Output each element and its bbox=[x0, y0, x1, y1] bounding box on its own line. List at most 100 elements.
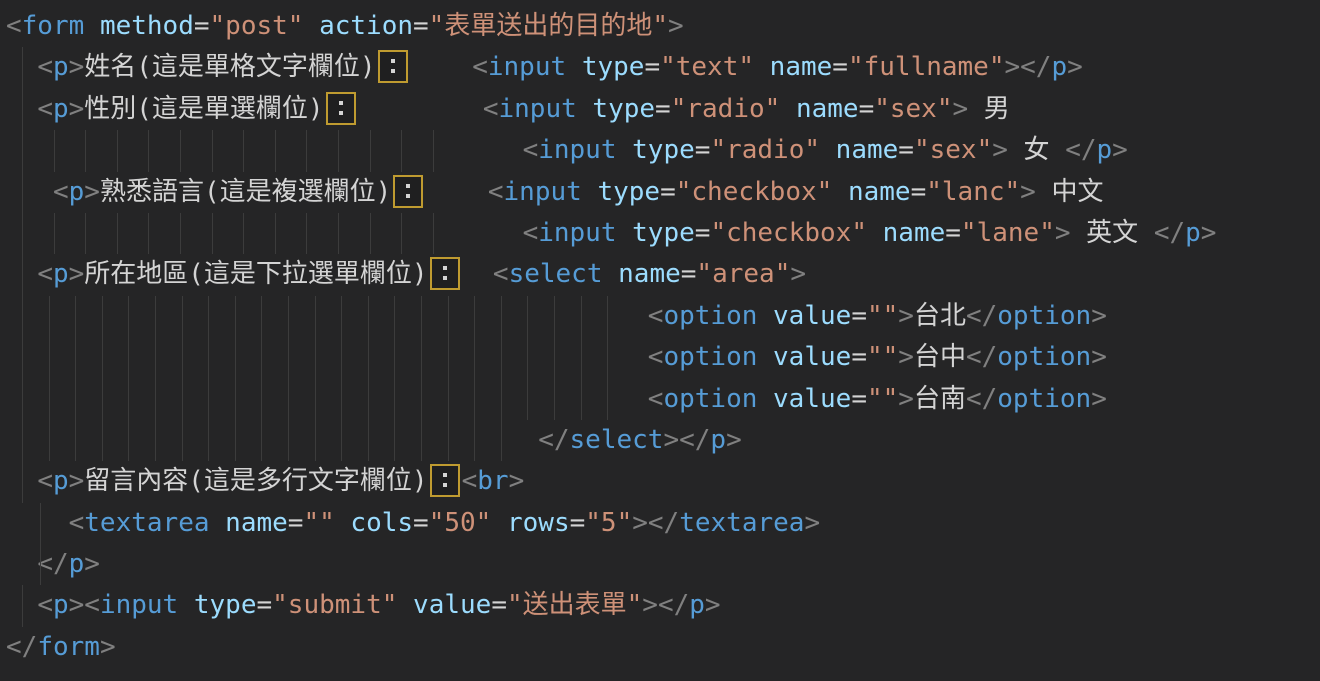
code-token-punctuation: > bbox=[804, 508, 820, 538]
code-editor[interactable]: <form method="post" action="表單送出的目的地"> <… bbox=[0, 0, 1320, 681]
indent-guide bbox=[22, 420, 23, 461]
indent-guide bbox=[401, 213, 402, 254]
indent-guide bbox=[341, 379, 342, 420]
code-token-tag: p bbox=[53, 94, 69, 124]
code-token-tag: p bbox=[710, 425, 726, 455]
code-token-text bbox=[617, 135, 633, 165]
code-token-punctuation: < bbox=[37, 259, 53, 289]
code-token-text bbox=[210, 508, 226, 538]
indent-guide bbox=[288, 379, 289, 420]
indent-guide bbox=[448, 420, 449, 461]
indent-guide bbox=[607, 296, 608, 337]
code-token-text: 留言內容(這是多行文字欄位) bbox=[84, 466, 427, 496]
indent-guide bbox=[275, 213, 276, 254]
code-line: <p>留言內容(這是多行文字欄位)<br> bbox=[6, 461, 1320, 502]
indent-guide bbox=[22, 461, 23, 502]
code-token-equals: = bbox=[655, 94, 671, 124]
code-token-punctuation: > bbox=[69, 52, 85, 82]
code-token-string: "lanc" bbox=[926, 177, 1020, 207]
code-token-punctuation: > bbox=[84, 177, 100, 207]
code-token-punctuation: > bbox=[663, 425, 679, 455]
code-token-punctuation: < bbox=[6, 11, 22, 41]
code-token-punctuation: </ bbox=[1154, 218, 1185, 248]
indent-guide bbox=[235, 420, 236, 461]
indent-guide bbox=[54, 130, 55, 171]
indent-guide bbox=[315, 337, 316, 378]
indent-guide bbox=[22, 89, 23, 130]
code-token-attribute: action bbox=[319, 11, 413, 41]
indent-guide bbox=[581, 337, 582, 378]
code-token-attribute: cols bbox=[350, 508, 413, 538]
code-token-punctuation: < bbox=[648, 384, 664, 414]
code-token-text: 性別(這是單選欄位) bbox=[84, 94, 323, 124]
indent-guide bbox=[261, 296, 262, 337]
code-line: <p>姓名(這是單格文字欄位) <input type="text" name=… bbox=[6, 47, 1320, 88]
indent-guide bbox=[102, 337, 103, 378]
indent-guide bbox=[22, 130, 23, 171]
indent-guide bbox=[448, 296, 449, 337]
indent-guide bbox=[368, 420, 369, 461]
code-token-text bbox=[757, 384, 773, 414]
indent-guide bbox=[128, 296, 129, 337]
code-token-punctuation: > bbox=[69, 259, 85, 289]
indent-guide bbox=[474, 337, 475, 378]
code-token-string: "5" bbox=[585, 508, 632, 538]
code-token-tag: form bbox=[22, 11, 85, 41]
code-line: <input type="radio" name="sex"> 女 </p> bbox=[6, 130, 1320, 171]
indent-guide bbox=[243, 130, 244, 171]
code-token-text bbox=[6, 177, 53, 207]
code-token-text: 台北 bbox=[914, 301, 966, 331]
code-token-tag: option bbox=[663, 301, 757, 331]
code-token-tag: form bbox=[37, 632, 100, 662]
code-token-punctuation: </ bbox=[37, 549, 68, 579]
indent-guide bbox=[306, 130, 307, 171]
indent-guide bbox=[306, 213, 307, 254]
indent-guide bbox=[315, 379, 316, 420]
code-token-equals: = bbox=[681, 259, 697, 289]
indent-guide bbox=[501, 296, 502, 337]
code-line: <input type="checkbox" name="lane"> 英文 <… bbox=[6, 213, 1320, 254]
indent-guide bbox=[208, 379, 209, 420]
code-token-equals: = bbox=[644, 52, 660, 82]
code-line: <p>性別(這是單選欄位) <input type="radio" name="… bbox=[6, 89, 1320, 130]
code-token-punctuation: < bbox=[69, 508, 85, 538]
indent-guide bbox=[22, 172, 23, 213]
code-token-punctuation: > bbox=[642, 590, 658, 620]
indent-guide bbox=[128, 379, 129, 420]
indent-guide bbox=[261, 379, 262, 420]
code-token-tag: p bbox=[689, 590, 705, 620]
indent-guide bbox=[501, 337, 502, 378]
code-token-punctuation: < bbox=[37, 94, 53, 124]
code-token-text bbox=[397, 590, 413, 620]
code-token-attribute: rows bbox=[507, 508, 570, 538]
code-token-tag: p bbox=[69, 177, 85, 207]
code-token-text bbox=[6, 135, 523, 165]
indent-guide bbox=[208, 420, 209, 461]
indent-guide bbox=[155, 420, 156, 461]
indent-guide bbox=[338, 213, 339, 254]
indent-guide bbox=[394, 379, 395, 420]
code-token-text: 女 bbox=[1008, 135, 1065, 165]
indent-guide bbox=[85, 213, 86, 254]
code-token-tag: input bbox=[498, 94, 576, 124]
indent-guide bbox=[49, 420, 50, 461]
code-token-punctuation: > bbox=[509, 466, 525, 496]
code-token-attribute: name bbox=[848, 177, 911, 207]
code-token-equals: = bbox=[194, 11, 210, 41]
code-token-text bbox=[303, 11, 319, 41]
indent-guide bbox=[235, 296, 236, 337]
indent-guide bbox=[182, 420, 183, 461]
indent-guide bbox=[501, 420, 502, 461]
code-token-text bbox=[780, 94, 796, 124]
code-token-string: "lane" bbox=[961, 218, 1055, 248]
code-token-tag: textarea bbox=[84, 508, 209, 538]
indent-guide bbox=[155, 379, 156, 420]
code-token-text: 姓名(這是單格文字欄位) bbox=[84, 52, 375, 82]
indent-guide bbox=[54, 213, 55, 254]
code-token-punctuation: < bbox=[648, 342, 664, 372]
code-token-text: 台南 bbox=[914, 384, 966, 414]
indent-guide bbox=[421, 420, 422, 461]
code-token-attribute: name bbox=[225, 508, 288, 538]
code-token-punctuation: > bbox=[69, 94, 85, 124]
indent-guide bbox=[368, 379, 369, 420]
